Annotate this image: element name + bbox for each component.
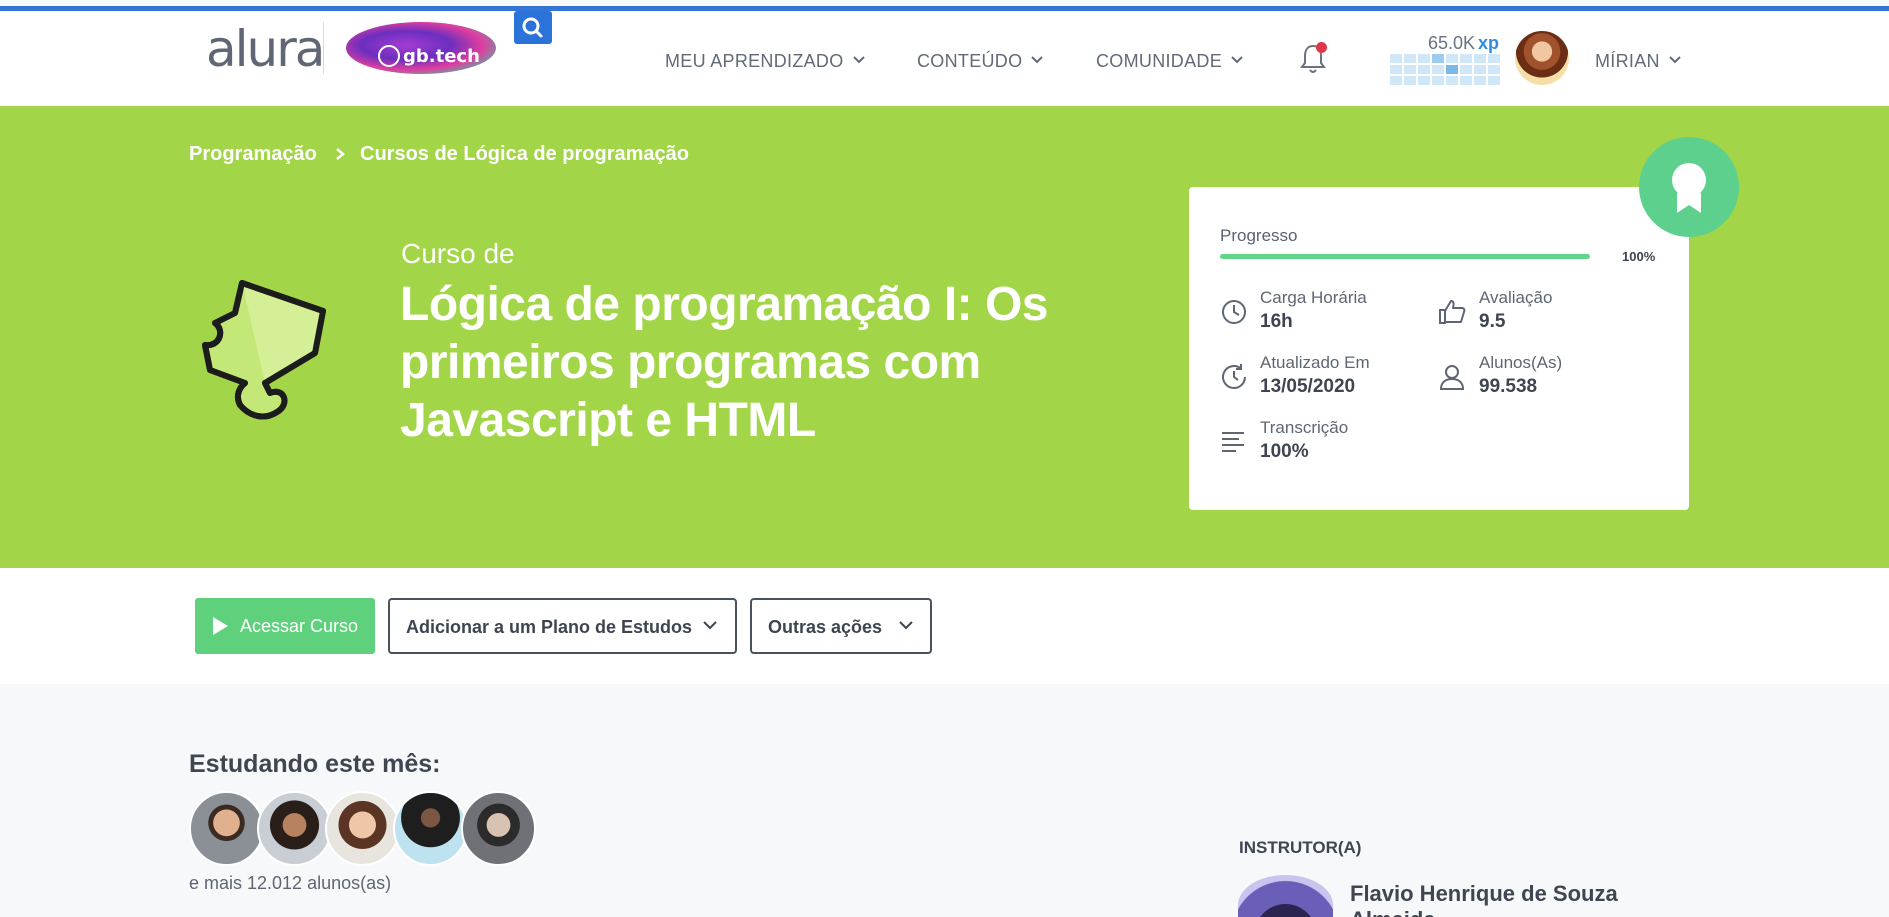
user-avatar[interactable] — [1515, 31, 1569, 85]
notification-badge — [1316, 42, 1327, 53]
chevron-right-icon — [333, 144, 347, 169]
progress-bar — [1220, 254, 1590, 259]
user-name: MÍRIAN — [1595, 51, 1660, 71]
breadcrumb-programacao[interactable]: Programação — [189, 143, 317, 166]
nav-meu-aprendizado[interactable]: MEU APRENDIZADO — [665, 48, 866, 72]
puzzle-piece-icon — [202, 280, 326, 420]
student-avatar[interactable] — [189, 791, 264, 866]
chevron-down-icon — [1030, 48, 1044, 69]
student-avatar[interactable] — [257, 791, 332, 866]
thumbs-up-icon — [1439, 300, 1466, 324]
instructor-photo[interactable] — [1238, 875, 1333, 917]
student-avatar[interactable] — [325, 791, 400, 866]
progress-label: Progresso — [1220, 226, 1298, 245]
stat-value: 16h — [1260, 311, 1293, 332]
xp-counter[interactable]: 65.0K xp — [1428, 33, 1499, 54]
logo-divider — [323, 22, 324, 74]
access-course-button[interactable]: Acessar Curso — [195, 598, 375, 654]
breadcrumb-logica[interactable]: Cursos de Lógica de programação — [360, 143, 689, 166]
add-study-plan-dropdown[interactable]: Adicionar a um Plano de Estudos — [388, 598, 737, 654]
progress-percent: 100% — [1622, 249, 1656, 264]
xp-activity-grid[interactable] — [1390, 54, 1502, 85]
partner-logo-text: gb.tech — [403, 46, 480, 67]
user-menu[interactable]: MÍRIAN — [1595, 48, 1682, 72]
clock-icon — [1222, 300, 1246, 324]
stat-value: 13/05/2020 — [1260, 376, 1356, 397]
chevron-down-icon — [703, 621, 717, 630]
chevron-down-icon — [1230, 48, 1244, 69]
stat-label: Avaliação — [1479, 288, 1553, 307]
award-ribbon-icon — [1672, 163, 1706, 213]
instructor-name[interactable]: Flavio Henrique de Souza Almeida — [1350, 881, 1650, 917]
search-button[interactable] — [514, 11, 552, 44]
instructor-label: INSTRUTOR(A) — [1239, 838, 1362, 857]
xp-value: 65.0K — [1428, 33, 1476, 53]
search-icon — [522, 17, 543, 38]
nav-conteudo[interactable]: CONTEÚDO — [917, 48, 1044, 72]
nav-label: COMUNIDADE — [1096, 51, 1223, 71]
stat-label: Transcrição — [1260, 418, 1349, 437]
access-course-label: Acessar Curso — [240, 616, 359, 636]
text-lines-icon — [1222, 432, 1244, 452]
other-actions-label: Outras ações — [768, 617, 883, 637]
studying-heading: Estudando este mês: — [189, 750, 441, 778]
stat-label: Atualizado Em — [1260, 353, 1370, 372]
student-avatar[interactable] — [461, 791, 536, 866]
student-avatar[interactable] — [393, 791, 468, 866]
other-actions-dropdown[interactable]: Outras ações — [750, 598, 932, 654]
stat-label: Alunos(As) — [1479, 353, 1563, 372]
play-icon — [213, 617, 228, 635]
add-study-plan-label: Adicionar a um Plano de Estudos — [406, 617, 693, 637]
stat-value: 99.538 — [1479, 376, 1538, 397]
stat-value: 100% — [1260, 441, 1309, 462]
partner-logo-mark-icon — [378, 45, 400, 67]
xp-unit: xp — [1478, 33, 1500, 53]
history-icon — [1222, 364, 1246, 389]
progress-card: Progresso 100% Carga Horária 16h Avaliaç… — [1189, 187, 1689, 510]
chevron-down-icon — [899, 621, 913, 630]
certificate-badge[interactable] — [1639, 137, 1739, 237]
chevron-down-icon — [852, 48, 866, 69]
alura-logo[interactable]: alura — [206, 24, 325, 74]
nav-comunidade[interactable]: COMUNIDADE — [1096, 48, 1244, 72]
user-icon — [1439, 365, 1465, 390]
nav-label: MEU APRENDIZADO — [665, 51, 844, 71]
stat-value: 9.5 — [1479, 311, 1506, 332]
stat-label: Carga Horária — [1260, 288, 1367, 307]
course-prefix: Curso de — [401, 238, 515, 269]
nav-label: CONTEÚDO — [917, 51, 1023, 71]
course-title: Lógica de programação I: Os primeiros pr… — [400, 278, 1049, 447]
more-students-text: e mais 12.012 alunos(as) — [189, 873, 392, 893]
chevron-down-icon — [1668, 48, 1682, 69]
